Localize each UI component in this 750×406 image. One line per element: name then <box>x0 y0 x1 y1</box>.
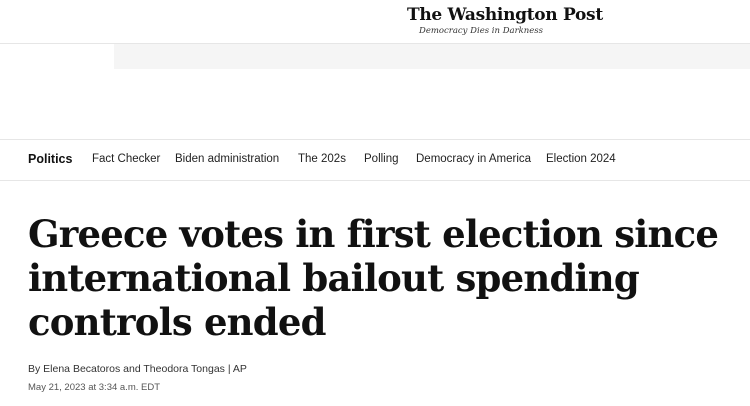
subnav-item-fact-checker[interactable]: Fact Checker <box>92 153 160 165</box>
section-subnav: Politics Fact Checker Biden administrati… <box>0 139 750 181</box>
article-byline: By Elena Becatoros and Theodora Tongas |… <box>28 363 247 375</box>
article-headline: Greece votes in first election since int… <box>28 212 719 344</box>
subnav-item-biden-administration[interactable]: Biden administration <box>175 153 279 165</box>
subnav-section-politics[interactable]: Politics <box>28 152 72 166</box>
masthead-tagline: Democracy Dies in Darkness <box>419 26 544 36</box>
masthead: The Washington Post Democracy Dies in Da… <box>0 0 750 44</box>
washington-post-logo[interactable]: The Washington Post <box>407 5 603 25</box>
subnav-item-the-202s[interactable]: The 202s <box>298 153 346 165</box>
subnav-item-election-2024[interactable]: Election 2024 <box>546 153 616 165</box>
article-dateline: May 21, 2023 at 3:34 a.m. EDT <box>28 382 161 393</box>
subnav-item-polling[interactable]: Polling <box>364 153 399 165</box>
ad-placeholder <box>114 44 750 69</box>
subnav-item-democracy-in-america[interactable]: Democracy in America <box>416 153 531 165</box>
